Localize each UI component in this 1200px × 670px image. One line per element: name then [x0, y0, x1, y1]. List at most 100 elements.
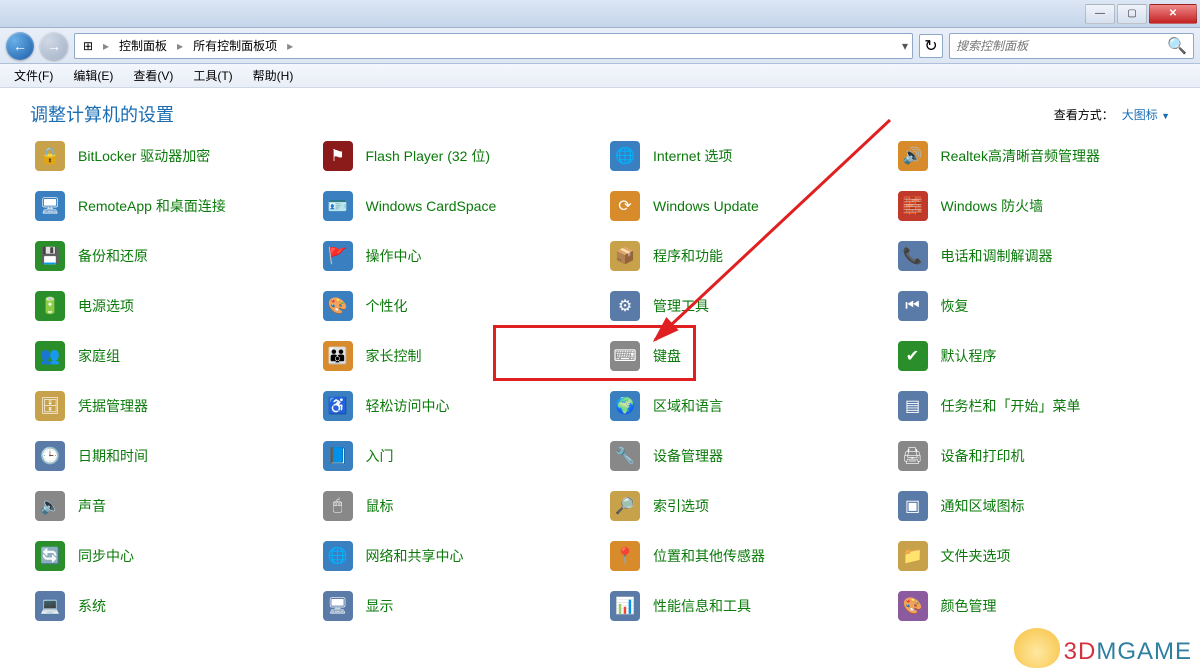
cp-item-10[interactable]: 📦 程序和功能 [605, 240, 883, 272]
cp-item-7[interactable]: 🧱Windows 防火墙 [893, 190, 1171, 222]
dropdown-icon[interactable]: ▾ [902, 39, 908, 53]
cp-item-21[interactable]: ♿轻松访问中心 [318, 390, 596, 422]
cp-item-label: 性能信息和工具 [653, 596, 751, 616]
cp-item-icon: 💾 [34, 240, 66, 272]
cp-item-icon: 🌐 [322, 540, 354, 572]
cp-item-label: 凭据管理器 [78, 396, 148, 416]
cp-item-label: RemoteApp 和桌面连接 [78, 196, 226, 216]
cp-item-9[interactable]: 🚩 操作中心 [318, 240, 596, 272]
cp-item-label: 鼠标 [366, 496, 394, 516]
cp-item-label: 程序和功能 [653, 246, 723, 266]
cp-item-label: 家长控制 [366, 346, 422, 366]
cp-item-icon: 🔄 [34, 540, 66, 572]
cp-item-icon: ▤ [897, 390, 929, 422]
view-mode-dropdown[interactable]: 大图标 ▼ [1122, 106, 1170, 123]
cp-item-8[interactable]: 💾备份和还原 [30, 240, 308, 272]
cp-item-12[interactable]: 🔋电源选项 [30, 290, 308, 322]
cp-item-4[interactable]: 🖥RemoteApp 和桌面连接 [30, 190, 308, 222]
cp-item-icon: 🖱 [322, 490, 354, 522]
cp-item-label: 电话和调制解调器 [941, 246, 1053, 266]
breadcrumb[interactable]: ⊞ ▸ 控制面板 ▸ 所有控制面板项 ▸ ▾ [74, 33, 913, 59]
cp-item-icon: ⏮ [897, 290, 929, 322]
cp-item-icon: 📞 [897, 240, 929, 272]
menu-edit[interactable]: 编辑(E) [65, 64, 121, 87]
menu-file[interactable]: 文件(F) [6, 64, 61, 87]
mascot-icon [1014, 628, 1060, 668]
cp-item-24[interactable]: 🕒日期和时间 [30, 440, 308, 472]
cp-item-17[interactable]: 👪 家长控制 [318, 340, 596, 372]
cp-item-11[interactable]: 📞 电话和调制解调器 [893, 240, 1171, 272]
breadcrumb-item-1[interactable]: 所有控制面板项 [189, 35, 281, 56]
cp-item-38[interactable]: 📊性能信息和工具 [605, 590, 883, 622]
cp-item-5[interactable]: 🪪Windows CardSpace [318, 190, 596, 222]
cp-item-icon: 🗄 [34, 390, 66, 422]
cp-item-label: BitLocker 驱动器加密 [78, 146, 210, 166]
nav-forward-button[interactable]: → [40, 32, 68, 60]
cp-item-22[interactable]: 🌍区域和语言 [605, 390, 883, 422]
menu-view[interactable]: 查看(V) [125, 64, 181, 87]
breadcrumb-item-0[interactable]: 控制面板 [115, 35, 171, 56]
cp-item-label: 通知区域图标 [941, 496, 1025, 516]
cp-item-label: 默认程序 [941, 346, 997, 366]
cp-item-34[interactable]: 📍位置和其他传感器 [605, 540, 883, 572]
cp-item-26[interactable]: 🔧设备管理器 [605, 440, 883, 472]
cp-item-label: 操作中心 [366, 246, 422, 266]
cp-item-16[interactable]: 👥家庭组 [30, 340, 308, 372]
header-strip: 调整计算机的设置 查看方式： 大图标 ▼ [0, 88, 1200, 140]
cp-item-label: 设备管理器 [653, 446, 723, 466]
menu-help[interactable]: 帮助(H) [245, 64, 302, 87]
cp-item-label: 入门 [366, 446, 394, 466]
menubar: 文件(F) 编辑(E) 查看(V) 工具(T) 帮助(H) [0, 64, 1200, 88]
cp-item-19[interactable]: ✔默认程序 [893, 340, 1171, 372]
cp-item-1[interactable]: ⚑Flash Player (32 位) [318, 140, 596, 172]
cp-item-icon: 🌐 [609, 140, 641, 172]
cp-item-icon: 📦 [609, 240, 641, 272]
cp-item-35[interactable]: 📁文件夹选项 [893, 540, 1171, 572]
cp-item-3[interactable]: 🔊Realtek高清晰音频管理器 [893, 140, 1171, 172]
cp-item-30[interactable]: 🔎索引选项 [605, 490, 883, 522]
refresh-button[interactable]: ↻ [919, 34, 943, 58]
menu-tools[interactable]: 工具(T) [185, 64, 240, 87]
cp-item-label: 声音 [78, 496, 106, 516]
cp-item-20[interactable]: 🗄 凭据管理器 [30, 390, 308, 422]
cp-item-23[interactable]: ▤任务栏和「开始」菜单 [893, 390, 1171, 422]
cp-item-label: 日期和时间 [78, 446, 148, 466]
cp-item-14[interactable]: ⚙管理工具 [605, 290, 883, 322]
cp-item-icon: ♿ [322, 390, 354, 422]
search-icon[interactable]: 🔍 [1167, 36, 1187, 56]
close-button[interactable]: ✕ [1149, 4, 1197, 24]
cp-item-33[interactable]: 🌐网络和共享中心 [318, 540, 596, 572]
cp-item-icon: 🔎 [609, 490, 641, 522]
cp-item-13[interactable]: 🎨个性化 [318, 290, 596, 322]
cp-item-28[interactable]: 🔈 声音 [30, 490, 308, 522]
cp-item-0[interactable]: 🔒 BitLocker 驱动器加密 [30, 140, 308, 172]
minimize-button[interactable]: — [1085, 4, 1115, 24]
cp-item-29[interactable]: 🖱 鼠标 [318, 490, 596, 522]
cp-item-32[interactable]: 🔄同步中心 [30, 540, 308, 572]
cp-item-label: Windows Update [653, 198, 759, 214]
cp-item-31[interactable]: ▣通知区域图标 [893, 490, 1171, 522]
cp-item-27[interactable]: 🖨设备和打印机 [893, 440, 1171, 472]
nav-back-button[interactable]: ← [6, 32, 34, 60]
cp-item-icon: 🔈 [34, 490, 66, 522]
cp-item-icon: 👪 [322, 340, 354, 372]
cp-item-2[interactable]: 🌐Internet 选项 [605, 140, 883, 172]
cp-item-39[interactable]: 🎨颜色管理 [893, 590, 1171, 622]
cp-item-icon: 🖥 [322, 590, 354, 622]
cp-item-15[interactable]: ⏮恢复 [893, 290, 1171, 322]
cp-item-37[interactable]: 🖥显示 [318, 590, 596, 622]
cp-item-icon: 🚩 [322, 240, 354, 272]
search-box[interactable]: 🔍 [949, 33, 1194, 59]
cp-item-icon: 📍 [609, 540, 641, 572]
cp-item-18[interactable]: ⌨键盘 [605, 340, 883, 372]
cp-item-36[interactable]: 💻系统 [30, 590, 308, 622]
cp-item-label: 颜色管理 [941, 596, 997, 616]
maximize-button[interactable]: ▢ [1117, 4, 1147, 24]
cp-item-icon: ⟳ [609, 190, 641, 222]
cp-item-6[interactable]: ⟳ Windows Update [605, 190, 883, 222]
cp-item-icon: 🔒 [34, 140, 66, 172]
search-input[interactable] [956, 39, 1167, 53]
cp-item-label: 电源选项 [78, 296, 134, 316]
cp-item-icon: 🧱 [897, 190, 929, 222]
cp-item-25[interactable]: 📘入门 [318, 440, 596, 472]
